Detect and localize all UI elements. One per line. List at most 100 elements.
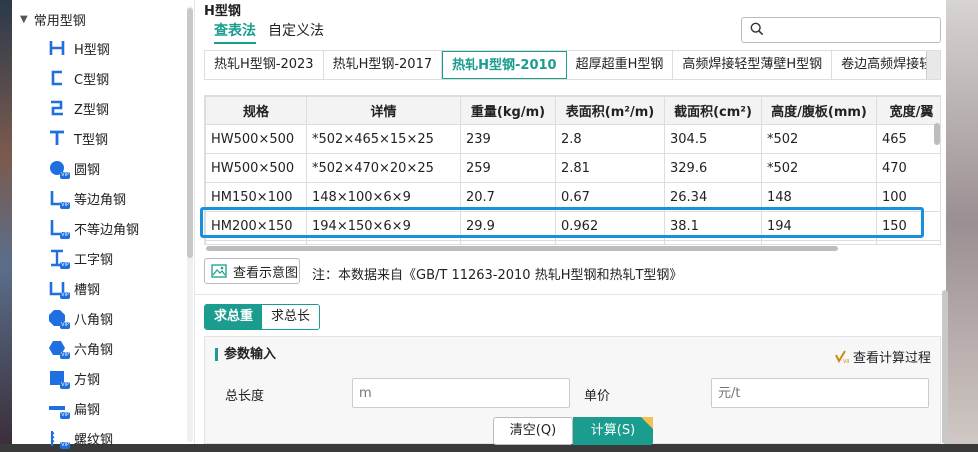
vip-badge: VIP <box>60 382 70 389</box>
table-cell: 29.9 <box>460 211 556 241</box>
sidebar-item-hexagon-bar[interactable]: VIP 六角钢 <box>48 334 113 362</box>
main-scrollbar[interactable] <box>942 290 948 444</box>
column-header[interactable]: 截面积(cm²) <box>664 96 762 125</box>
rebar-icon: VIP <box>48 429 70 449</box>
sidebar-item-unequal-angle[interactable]: VIP 不等边角钢 <box>48 214 139 242</box>
table-cell: HM200×150 <box>205 211 307 241</box>
vip-badge: VIP <box>60 442 70 449</box>
table-row[interactable] <box>205 240 940 244</box>
calculate-label: 计算(S) <box>590 423 636 438</box>
h-beam-icon <box>48 39 66 57</box>
sidebar-scrollbar-thumb[interactable] <box>187 8 193 258</box>
table-row[interactable]: HW500×500 *502×470×20×25 259 2.81 329.6 *502 4… <box>205 153 940 183</box>
vip-badge: VIP <box>60 202 70 209</box>
sidebar-item-flat-bar[interactable]: VIP 扁钢 <box>48 394 100 422</box>
length-input[interactable] <box>352 378 570 408</box>
c-channel-icon <box>48 69 66 87</box>
table-cell: *502 <box>761 153 877 183</box>
sidebar-item-h-beam[interactable]: H型钢 <box>48 34 110 62</box>
price-input[interactable] <box>711 378 929 408</box>
table-cell <box>555 240 665 244</box>
table-header-row: 规格 详情 重量(kg/m) 表面积(m²/m) 截面积(cm²) 高度/腹板(mm) 宽度… <box>205 96 940 125</box>
column-header[interactable]: 详情 <box>306 96 461 125</box>
sidebar-item-channel[interactable]: VIP 槽钢 <box>48 274 100 302</box>
standard-tab[interactable]: 卷边高频焊接轻型 <box>832 51 940 79</box>
octagon-bar-icon: VIP <box>48 309 70 329</box>
sidebar-item-round-bar[interactable]: VIP 圆钢 <box>48 154 100 182</box>
z-section-icon <box>48 99 66 117</box>
sidebar-item-rebar[interactable]: VIP 螺纹钢 <box>48 424 113 452</box>
sidebar-category[interactable]: ▼ 常用型钢 <box>20 10 86 29</box>
page-title: H型钢 <box>204 4 241 19</box>
table-cell: 194×150×6×9 <box>306 211 461 241</box>
table-horizontal-scrollbar[interactable] <box>206 246 838 251</box>
sidebar-item-z-section[interactable]: Z型钢 <box>48 94 109 122</box>
table-cell: 2.8 <box>555 124 665 154</box>
hexagon-bar-icon: VIP <box>48 339 70 359</box>
vip-badge: VIP <box>60 262 70 269</box>
sidebar-item-label: Z型钢 <box>74 102 109 118</box>
standard-tab[interactable]: 热轧H型钢-2023 <box>205 51 324 79</box>
table-cell: 20.7 <box>460 182 556 212</box>
desktop-background <box>0 0 12 444</box>
price-label: 单价 <box>584 389 611 404</box>
vip-badge: VIP <box>60 292 70 299</box>
clear-button[interactable]: 清空(Q) <box>493 417 573 445</box>
calculate-button[interactable]: 计算(S) <box>573 417 653 445</box>
vip-corner-icon <box>641 417 653 429</box>
column-header[interactable]: 宽度/翼 <box>876 96 940 125</box>
tabs-scroll-button[interactable] <box>926 51 940 79</box>
tab-total-weight[interactable]: 求总重 <box>205 305 263 329</box>
view-diagram-label: 查看示意图 <box>233 265 299 281</box>
sidebar-item-i-beam[interactable]: VIP 工字钢 <box>48 244 113 272</box>
table-row[interactable]: HW500×500 *502×465×15×25 239 2.8 304.5 *502 46… <box>205 124 940 154</box>
sidebar-item-t-section[interactable]: T型钢 <box>48 124 108 152</box>
table-cell <box>205 240 307 244</box>
standard-tab[interactable]: 高频焊接轻型薄壁H型钢 <box>673 51 833 79</box>
sidebar-category-label: 常用型钢 <box>33 14 86 29</box>
table-cell: 239 <box>460 124 556 154</box>
tab-lookup[interactable]: 查表法 <box>214 20 256 44</box>
column-header[interactable]: 重量(kg/m) <box>460 96 556 125</box>
table-cell: *502×470×20×25 <box>306 153 461 183</box>
channel-icon: VIP <box>48 279 70 299</box>
table-cell: 26.34 <box>664 182 762 212</box>
view-process-link[interactable]: VIP 查看计算过程 <box>835 347 931 366</box>
table-cell <box>664 240 762 244</box>
sidebar-item-octagon-bar[interactable]: VIP 八角钢 <box>48 304 113 332</box>
sidebar-item-c-channel[interactable]: C型钢 <box>48 64 109 92</box>
table-cell: 470 <box>876 153 940 183</box>
table-cell: HW500×500 <box>205 153 307 183</box>
sidebar-item-label: C型钢 <box>74 72 110 88</box>
column-header[interactable]: 表面积(m²/m) <box>555 96 665 125</box>
table-cell <box>306 240 461 244</box>
sidebar-item-label: 螺纹钢 <box>74 432 114 448</box>
sidebar-item-label: H型钢 <box>74 42 110 58</box>
vip-check-icon: VIP <box>835 349 849 364</box>
table-cell: 0.67 <box>555 182 665 212</box>
sidebar-item-square-bar[interactable]: VIP 方钢 <box>48 364 100 392</box>
sidebar-item-label: 方钢 <box>74 372 101 388</box>
standard-tab[interactable]: 热轧H型钢-2017 <box>324 51 443 79</box>
sidebar-item-label: 圆钢 <box>74 162 101 178</box>
standard-tab[interactable]: 热轧H型钢-2010 <box>442 51 567 79</box>
view-diagram-button[interactable]: 查看示意图 <box>204 258 300 284</box>
table-row[interactable]: HM150×100 148×100×6×9 20.7 0.67 26.34 148 100 <box>205 182 940 212</box>
param-input-panel: 参数输入 VIP 查看计算过程 总长度 单价 清空(Q) 计算(S) <box>204 336 941 445</box>
sidebar-item-equal-angle[interactable]: VIP 等边角钢 <box>48 184 126 212</box>
data-source-note: 注：本数据来自《GB/T 11263-2010 热轧H型钢和热轧T型钢》 <box>312 268 683 283</box>
column-header[interactable]: 高度/腹板(mm) <box>761 96 877 125</box>
table-cell: 2.81 <box>555 153 665 183</box>
search-input[interactable] <box>741 17 941 43</box>
column-header[interactable]: 规格 <box>205 96 307 125</box>
tab-total-length[interactable]: 求总长 <box>262 305 320 329</box>
standard-tab[interactable]: 超厚超重H型钢 <box>567 51 674 79</box>
square-bar-icon: VIP <box>48 369 70 389</box>
vip-badge: VIP <box>60 352 70 359</box>
tab-custom[interactable]: 自定义法 <box>268 20 324 40</box>
table-vertical-scrollbar[interactable] <box>934 123 940 145</box>
sidebar-item-label: 槽钢 <box>74 282 101 298</box>
equal-angle-icon: VIP <box>48 189 70 209</box>
sidebar-item-label: 工字钢 <box>74 252 114 268</box>
table-row-selected[interactable]: HM200×150 194×150×6×9 29.9 0.962 38.1 194 150 <box>205 211 940 241</box>
